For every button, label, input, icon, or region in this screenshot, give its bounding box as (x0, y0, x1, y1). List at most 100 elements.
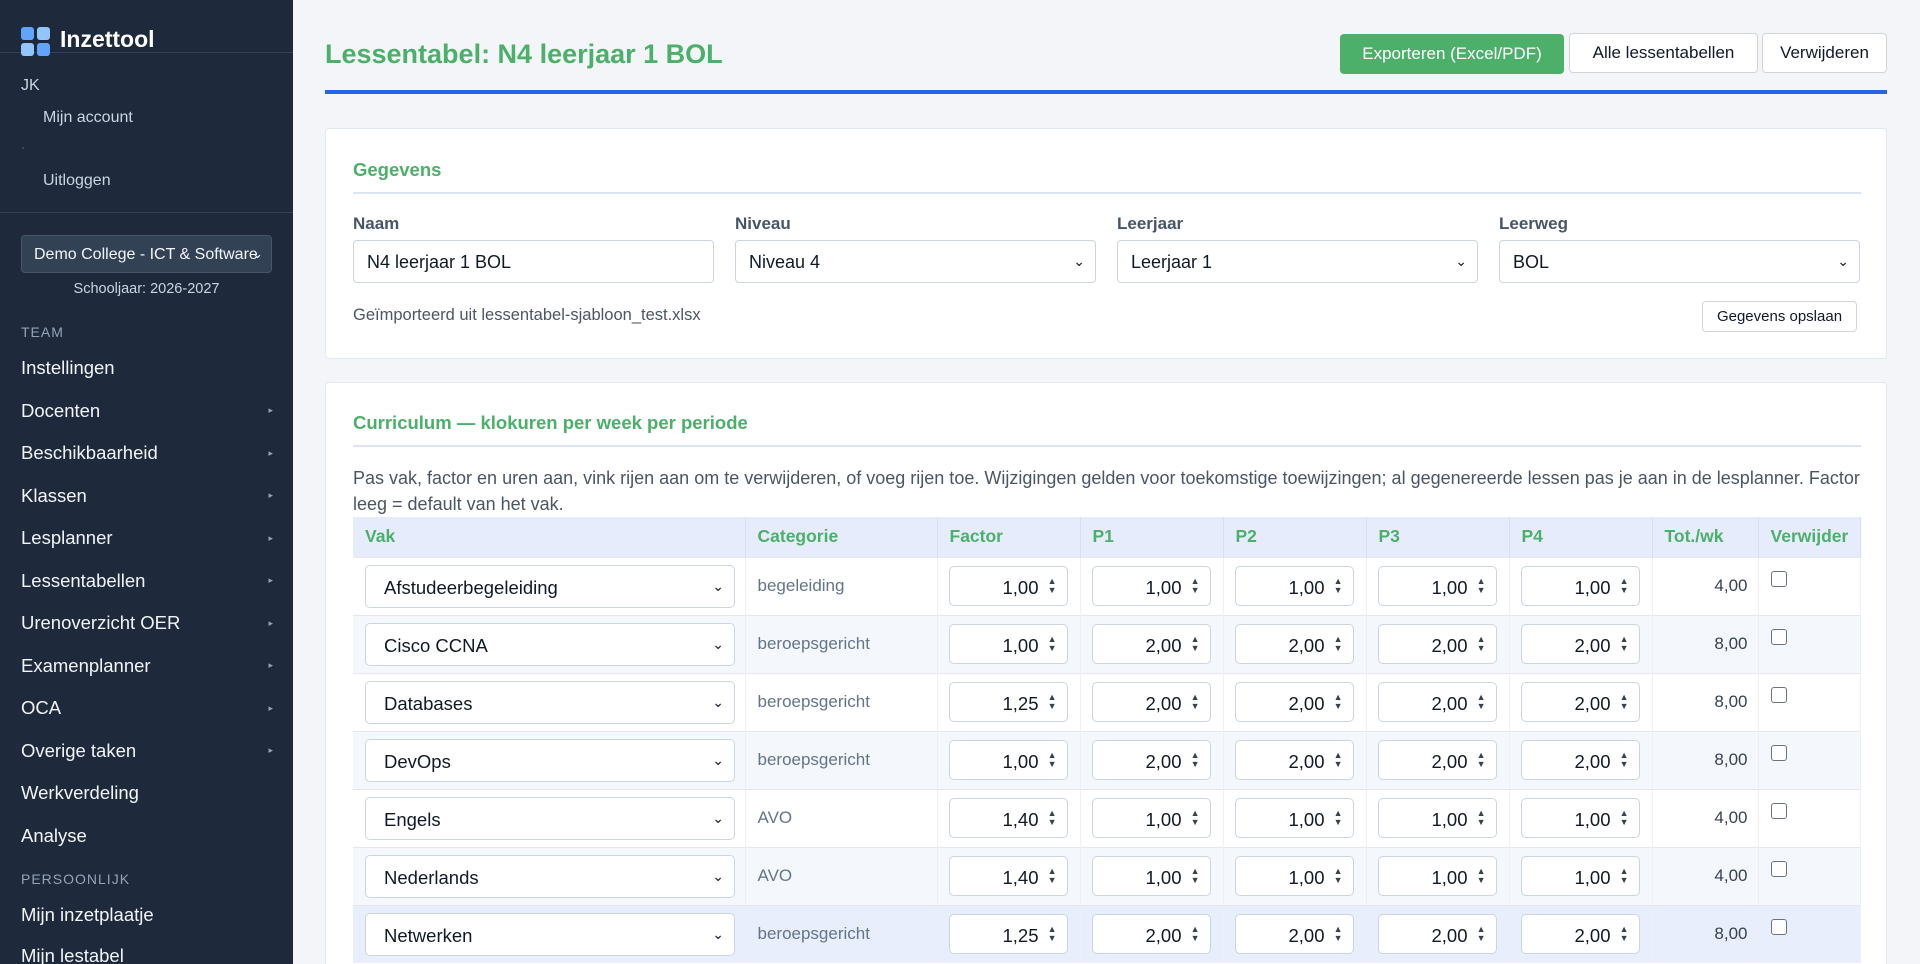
delete-cell (1758, 904, 1861, 963)
sidebar-item-label: Examenplanner (21, 654, 151, 676)
column-header-p2: P2 (1223, 517, 1367, 557)
sidebar-item-urenoverzicht-oer[interactable]: Urenoverzicht OER ▸ (21, 608, 273, 638)
spinner-arrows-icon: ▲ ▼ (1047, 750, 1057, 769)
sidebar-item-label: OCA (21, 697, 62, 718)
p3-input-value: 1,00 (1431, 577, 1468, 598)
p2-input-value: 2,00 (1288, 693, 1325, 714)
nav-section-team: TEAM (21, 324, 64, 340)
spinner-arrows-icon: ▲ ▼ (1619, 866, 1629, 885)
delete-checkbox[interactable] (1770, 919, 1787, 936)
p3-input[interactable]: 2,00 ▲ ▼ (1377, 914, 1497, 955)
sidebar-item-overige-taken[interactable]: Overige taken ▸ (21, 736, 273, 766)
delete-cell (1758, 556, 1861, 615)
sidebar-item-klassen[interactable]: Klassen ▸ (21, 481, 273, 511)
p3-input[interactable]: 2,00 ▲ ▼ (1377, 740, 1497, 780)
subject-select[interactable]: Netwerken ⌄ (365, 912, 735, 956)
subject-select[interactable]: Engels ⌄ (365, 796, 735, 840)
p4-input[interactable]: 1,00 ▲ ▼ (1520, 798, 1640, 838)
p2-input[interactable]: 2,00 ▲ ▼ (1234, 740, 1354, 780)
factor-input[interactable]: 1,25 ▲ ▼ (948, 682, 1068, 722)
p2-input[interactable]: 1,00 ▲ ▼ (1234, 856, 1354, 896)
delete-checkbox[interactable] (1770, 745, 1787, 761)
p2-input[interactable]: 1,00 ▲ ▼ (1234, 566, 1354, 606)
export-button[interactable]: Exporteren (Excel/PDF) (1340, 34, 1564, 74)
p4-cell: 1,00 ▲ ▼ (1509, 846, 1653, 905)
p4-input[interactable]: 2,00 ▲ ▼ (1520, 740, 1640, 780)
factor-input[interactable]: 1,40 ▲ ▼ (948, 856, 1068, 896)
p2-input[interactable]: 2,00 ▲ ▼ (1234, 914, 1354, 955)
sidebar-item-docenten[interactable]: Docenten ▸ (21, 396, 273, 426)
name-input[interactable]: N4 leerjaar 1 BOL (353, 240, 714, 283)
factor-input[interactable]: 1,25 ▲ ▼ (948, 914, 1068, 955)
year-select[interactable]: Leerjaar 1 ⌄ (1117, 240, 1478, 283)
logout-link[interactable]: Uitloggen (43, 172, 111, 190)
p2-input[interactable]: 2,00 ▲ ▼ (1234, 624, 1354, 664)
p4-input[interactable]: 2,00 ▲ ▼ (1520, 624, 1640, 664)
factor-input[interactable]: 1,40 ▲ ▼ (948, 798, 1068, 838)
p1-input[interactable]: 2,00 ▲ ▼ (1091, 682, 1211, 722)
p3-input[interactable]: 2,00 ▲ ▼ (1377, 624, 1497, 664)
factor-cell: 1,00 ▲ ▼ (937, 614, 1081, 673)
my-account-link[interactable]: Mijn account (43, 109, 133, 127)
p4-input[interactable]: 1,00 ▲ ▼ (1520, 566, 1640, 606)
caret-right-icon: ▸ (268, 532, 273, 543)
factor-input[interactable]: 1,00 ▲ ▼ (948, 740, 1068, 780)
sidebar-item-werkverdeling[interactable]: Werkverdeling (21, 778, 273, 808)
p2-input-value: 2,00 (1288, 925, 1325, 947)
delete-button[interactable]: Verwijderen (1762, 33, 1887, 73)
sidebar-item-analyse[interactable]: Analyse (21, 821, 273, 851)
delete-checkbox[interactable] (1770, 629, 1787, 645)
path-select[interactable]: BOL ⌄ (1499, 240, 1860, 283)
save-details-button[interactable]: Gegevens opslaan (1702, 301, 1857, 332)
p3-cell: 1,00 ▲ ▼ (1366, 556, 1510, 615)
sidebar-item-examenplanner[interactable]: Examenplanner ▸ (21, 651, 273, 681)
p1-input[interactable]: 1,00 ▲ ▼ (1091, 856, 1211, 896)
subject-select[interactable]: Databases ⌄ (365, 680, 735, 724)
column-header-p3: P3 (1366, 517, 1510, 557)
chevron-down-icon: ⌄ (712, 577, 724, 594)
sidebar-item-beschikbaarheid[interactable]: Beschikbaarheid ▸ (21, 438, 273, 468)
category-cell: beroepsgericht (745, 730, 938, 789)
p4-input[interactable]: 2,00 ▲ ▼ (1520, 682, 1640, 722)
factor-input[interactable]: 1,00 ▲ ▼ (948, 566, 1068, 606)
spinner-arrows-icon: ▲ ▼ (1333, 808, 1343, 827)
p3-input[interactable]: 1,00 ▲ ▼ (1377, 566, 1497, 606)
delete-checkbox[interactable] (1770, 687, 1787, 703)
factor-input[interactable]: 1,00 ▲ ▼ (948, 624, 1068, 664)
imported-note: Geïmporteerd uit lessentabel-sjabloon_te… (353, 306, 701, 324)
all-lessontables-button[interactable]: Alle lessentabellen (1569, 33, 1758, 73)
sidebar-item-instellingen[interactable]: Instellingen (21, 353, 273, 383)
sidebar-item-label: Mijn lestabel (21, 945, 124, 964)
p1-input[interactable]: 1,00 ▲ ▼ (1091, 798, 1211, 838)
delete-checkbox[interactable] (1770, 861, 1787, 877)
p2-input[interactable]: 1,00 ▲ ▼ (1234, 798, 1354, 838)
p1-input[interactable]: 2,00 ▲ ▼ (1091, 914, 1211, 955)
p2-input[interactable]: 2,00 ▲ ▼ (1234, 682, 1354, 722)
sidebar-item-mijn-inzetplaatje[interactable]: Mijn inzetplaatje (21, 900, 273, 930)
level-select[interactable]: Niveau 4 ⌄ (735, 240, 1096, 283)
factor-input-value: 1,25 (1002, 925, 1039, 947)
sidebar-item-lessentabellen[interactable]: Lessentabellen ▸ (21, 566, 273, 596)
p1-input[interactable]: 2,00 ▲ ▼ (1091, 740, 1211, 780)
chevron-down-icon: ⌄ (712, 635, 724, 652)
subject-select[interactable]: Cisco CCNA ⌄ (365, 622, 735, 666)
sidebar-item-lesplanner[interactable]: Lesplanner ▸ (21, 523, 273, 553)
subject-select[interactable]: Afstudeerbegeleiding ⌄ (365, 564, 735, 608)
p1-input[interactable]: 1,00 ▲ ▼ (1091, 566, 1211, 606)
p4-input-value: 2,00 (1574, 635, 1611, 656)
p4-input[interactable]: 1,00 ▲ ▼ (1520, 856, 1640, 896)
brand[interactable]: Inzettool (0, 0, 293, 56)
delete-checkbox[interactable] (1770, 803, 1787, 819)
delete-checkbox[interactable] (1770, 571, 1787, 587)
sidebar-item-oca[interactable]: OCA ▸ (21, 693, 273, 723)
subject-select[interactable]: DevOps ⌄ (365, 738, 735, 782)
caret-right-icon: ▸ (268, 702, 273, 713)
p3-input[interactable]: 2,00 ▲ ▼ (1377, 682, 1497, 722)
p3-input[interactable]: 1,00 ▲ ▼ (1377, 798, 1497, 838)
organization-select[interactable]: Demo College - ICT & Software ⌄ (21, 235, 272, 273)
subject-select[interactable]: Nederlands ⌄ (365, 854, 735, 898)
p4-input[interactable]: 2,00 ▲ ▼ (1520, 914, 1640, 955)
p1-input[interactable]: 2,00 ▲ ▼ (1091, 624, 1211, 664)
p3-input[interactable]: 1,00 ▲ ▼ (1377, 856, 1497, 896)
sidebar-item-mijn-lestabel[interactable]: Mijn lestabel (21, 941, 273, 964)
